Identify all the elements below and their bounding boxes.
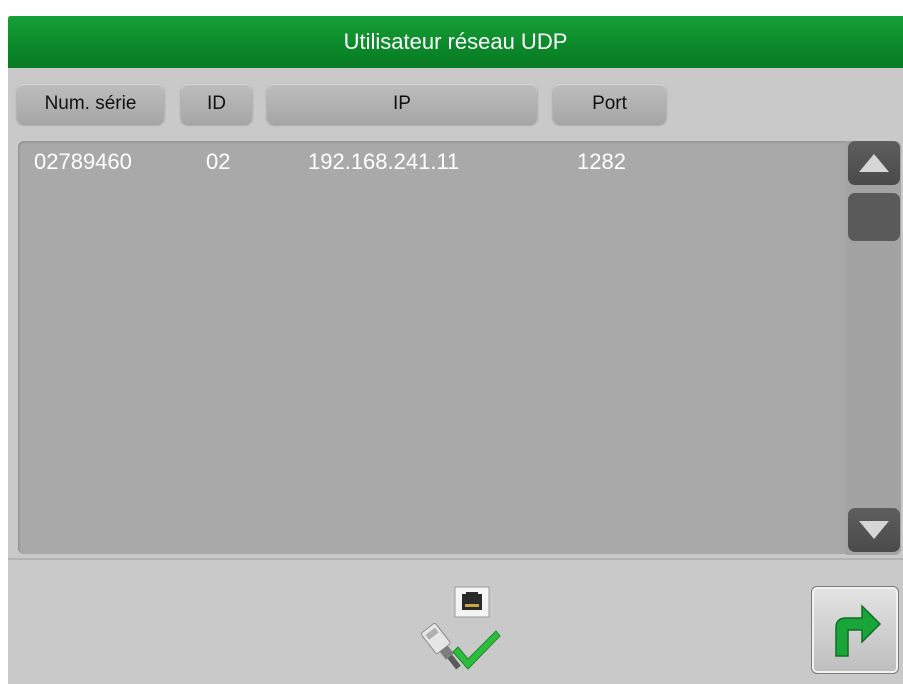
scroll-up-button[interactable]	[848, 141, 900, 185]
udp-user-list[interactable]: 02789460 02 192.168.241.11 1282	[18, 141, 846, 554]
column-header-port[interactable]: Port	[553, 84, 666, 124]
cell-ip: 192.168.241.11	[308, 149, 460, 174]
triangle-up-icon	[859, 154, 889, 172]
triangle-down-icon	[859, 521, 889, 539]
cell-id: 02	[206, 149, 231, 174]
scrollbar[interactable]	[846, 141, 901, 555]
table-row[interactable]: 02789460 02 192.168.241.11 1282	[18, 147, 846, 177]
next-button[interactable]	[811, 586, 899, 674]
arrow-turn-right-icon	[835, 604, 882, 657]
network-status	[408, 585, 504, 675]
column-header-serial[interactable]: Num. série	[17, 84, 164, 124]
window-title: Utilisateur réseau UDP	[8, 16, 903, 68]
cell-port: 1282	[577, 149, 626, 174]
column-header-ip[interactable]: IP	[267, 84, 537, 124]
column-headers: Num. série ID IP Port	[0, 84, 903, 126]
network-cable-connected-icon	[420, 586, 501, 670]
divider	[8, 558, 903, 560]
cell-serial: 02789460	[34, 149, 132, 174]
scroll-thumb[interactable]	[848, 193, 900, 241]
scroll-down-button[interactable]	[848, 508, 900, 552]
column-header-id[interactable]: ID	[181, 84, 252, 124]
